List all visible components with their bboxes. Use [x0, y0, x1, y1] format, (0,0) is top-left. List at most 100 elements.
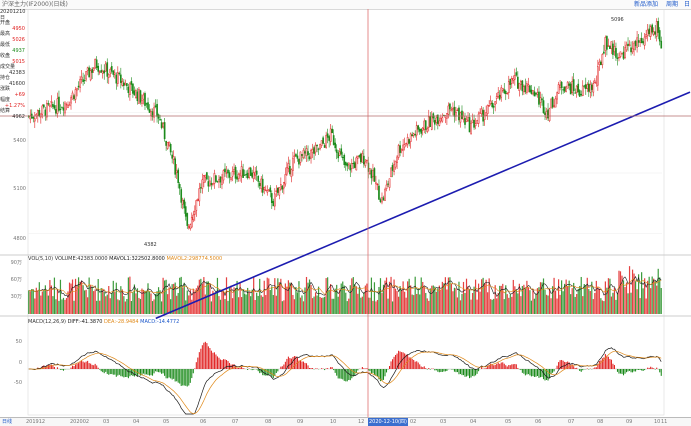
candle-body [181, 199, 184, 205]
candle-body [406, 137, 409, 145]
candle-body [147, 102, 149, 110]
volume-bar [102, 289, 104, 314]
candle-body [144, 93, 146, 106]
candle-body [248, 168, 250, 178]
candle-body [221, 177, 223, 185]
candle-body [622, 51, 625, 59]
candle-body [494, 101, 497, 105]
candle-body [225, 172, 228, 174]
macd-line [28, 350, 662, 414]
candle-body [236, 176, 238, 180]
volume-bar [390, 276, 392, 314]
candle-body [483, 115, 486, 120]
candle-body [399, 145, 401, 153]
volume-bar [444, 277, 446, 314]
volume-bar [645, 298, 647, 314]
volume-bar [129, 276, 131, 314]
candle-body [154, 105, 157, 107]
volume-bar [176, 295, 178, 314]
volume-bar [253, 277, 255, 314]
volume-axis-label: 90万 [10, 260, 22, 266]
volume-bar [410, 285, 412, 314]
volume-bar [559, 294, 561, 314]
volume-bar [551, 286, 554, 314]
candle-body [409, 133, 412, 142]
candle-body [538, 91, 540, 105]
candle-body [260, 178, 263, 190]
candle-body [261, 178, 264, 193]
candle-body [532, 90, 534, 95]
volume-bar [518, 283, 520, 314]
candle-body [118, 73, 121, 75]
volume-bar [115, 282, 117, 314]
candle-body [553, 105, 555, 107]
candle-body [156, 103, 158, 117]
volume-bar [607, 278, 610, 314]
candle-body [240, 166, 243, 177]
volume-bar [46, 290, 48, 314]
volume-bar [420, 277, 422, 314]
candle-body [283, 181, 285, 189]
candle-body [467, 117, 469, 122]
day-button[interactable]: 日 [684, 0, 690, 9]
volume-bar [357, 293, 359, 314]
volume-bar [474, 279, 477, 314]
volume-bar [586, 277, 588, 314]
candle-body [316, 144, 318, 147]
candle-body [575, 85, 578, 93]
volume-bar [237, 297, 240, 314]
candle-body [103, 70, 106, 74]
volume-bar [331, 298, 333, 314]
volume-bar [295, 286, 297, 314]
candle-body [135, 90, 137, 99]
volume-bar [144, 290, 146, 314]
volume-bar [94, 289, 96, 314]
candle-body [418, 128, 421, 132]
volume-bar [56, 289, 59, 314]
candle-body [462, 115, 465, 120]
period-button[interactable]: 周期 [666, 0, 678, 9]
volume-bar [88, 277, 90, 314]
candle-body [56, 98, 59, 114]
volume-bar [84, 290, 86, 314]
chart-canvas[interactable] [0, 9, 691, 417]
candle-body [53, 105, 56, 109]
candle-body [357, 155, 359, 159]
diff-value: DIFF:-41.3870 [67, 319, 103, 325]
candle-body [323, 145, 326, 148]
candle-body [307, 151, 309, 156]
candle-body [461, 110, 463, 120]
volume-bar [145, 291, 148, 314]
volume-bar [319, 296, 321, 314]
volume-bar [657, 268, 659, 314]
candle-body [341, 156, 344, 159]
volume-bar [99, 300, 101, 314]
volume-bar [615, 299, 617, 314]
candle-body [456, 109, 459, 112]
volume-bar [283, 300, 285, 314]
volume-bar [589, 291, 591, 314]
candle-body [311, 149, 314, 153]
candle-body [130, 81, 133, 85]
candle-body [104, 63, 107, 72]
volume-bar [654, 281, 656, 314]
add-product-button[interactable]: 新品添加 [634, 0, 658, 9]
candle-body [159, 119, 161, 121]
candle-body [129, 82, 131, 96]
candle-body [346, 163, 349, 167]
volume-bar [576, 293, 578, 314]
candle-body [281, 185, 284, 190]
volume-bar [234, 288, 237, 314]
volume-bar [370, 277, 373, 314]
volume-bar [153, 299, 155, 314]
volume-bar [358, 287, 360, 314]
candle-body [587, 83, 590, 92]
candle-body [507, 81, 510, 93]
volume-bar [28, 290, 30, 314]
candle-body [133, 90, 136, 96]
volume-bar [346, 301, 348, 314]
candle-body [658, 30, 661, 42]
candle-body [325, 135, 327, 148]
candle-body [586, 84, 589, 89]
candle-body [207, 181, 210, 187]
